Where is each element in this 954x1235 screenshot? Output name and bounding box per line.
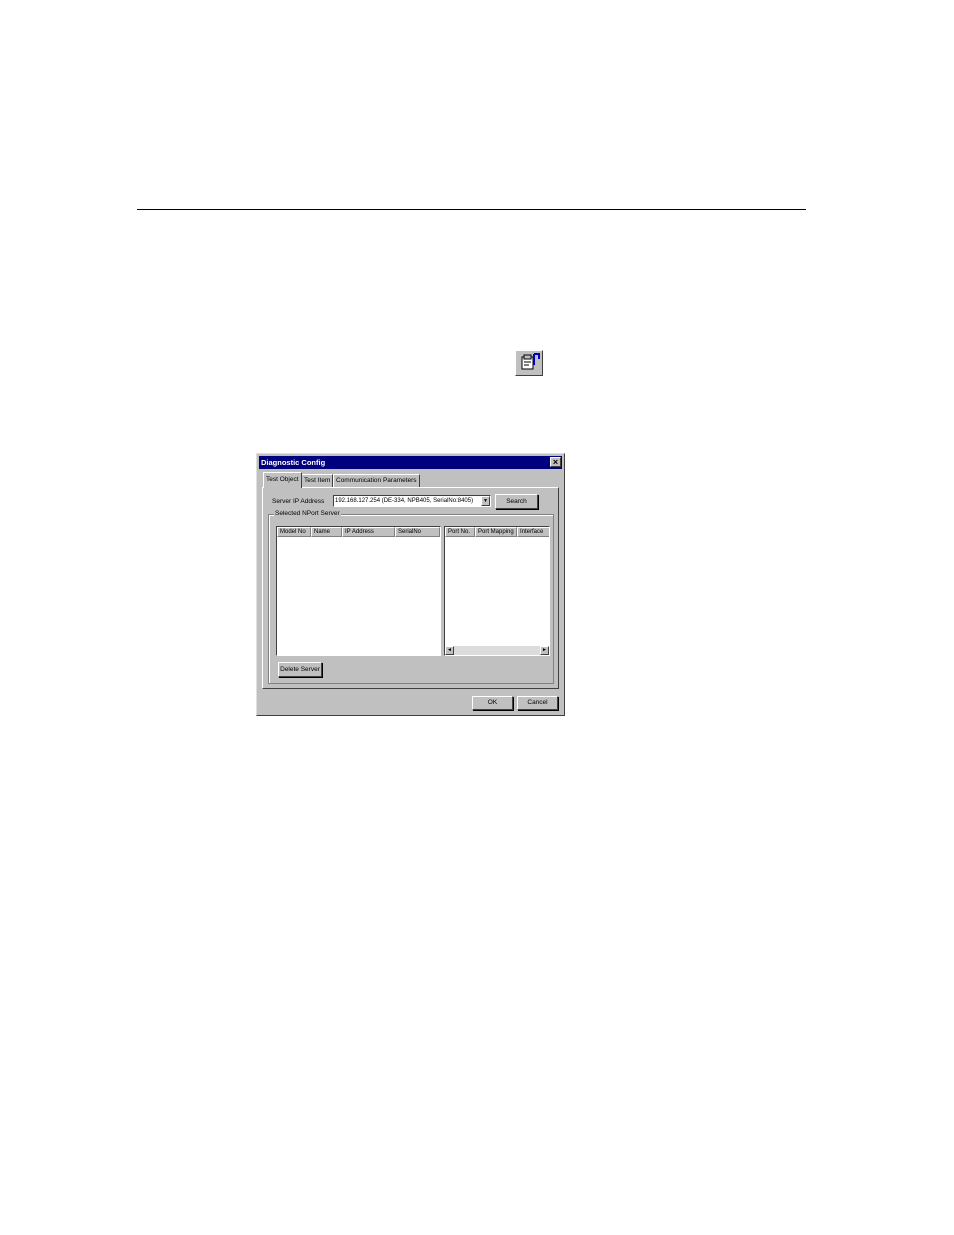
scroll-right-icon[interactable]: ► [540, 646, 549, 655]
server-list-header: Model No Name IP Address SerialNo [277, 527, 440, 537]
group-label: Selected NPort Server [274, 510, 341, 517]
search-button[interactable]: Search [495, 494, 538, 509]
diagnostic-config-dialog: Diagnostic Config × Test Object Test Ite… [256, 453, 565, 716]
server-ip-label: Server IP Address [272, 498, 325, 505]
tab-test-item[interactable]: Test Item [301, 474, 334, 487]
port-list-horizontal-scrollbar[interactable]: ◄ ► [445, 646, 549, 655]
test-object-panel: Server IP Address 192.168.127.254 (DE-33… [262, 487, 559, 689]
dialog-title: Diagnostic Config [261, 458, 326, 467]
server-list[interactable]: Model No Name IP Address SerialNo [276, 526, 441, 656]
port-list[interactable]: Port No. Port Mapping Interface ◄ ► [444, 526, 550, 656]
diagnostic-config-toolbar-icon[interactable] [515, 350, 543, 376]
dialog-titlebar: Diagnostic Config × [259, 456, 562, 469]
column-name[interactable]: Name [311, 527, 342, 537]
column-serial-no[interactable]: SerialNo [395, 527, 440, 537]
column-port-no[interactable]: Port No. [445, 527, 475, 537]
chevron-down-icon[interactable]: ▼ [481, 496, 490, 506]
ok-button[interactable]: OK [472, 696, 513, 710]
close-icon[interactable]: × [550, 457, 561, 467]
column-port-mapping[interactable]: Port Mapping [475, 527, 517, 537]
tab-communication-parameters[interactable]: Communication Parameters [333, 474, 420, 487]
cancel-button[interactable]: Cancel [517, 696, 558, 710]
server-ip-value: 192.168.127.254 (DE-334, NPB405, SerialN… [335, 498, 474, 504]
server-ip-select[interactable]: 192.168.127.254 (DE-334, NPB405, SerialN… [333, 495, 491, 507]
column-interface[interactable]: Interface [517, 527, 549, 537]
scroll-left-icon[interactable]: ◄ [445, 646, 454, 655]
selected-nport-server-group: Selected NPort Server Model No Name IP A… [268, 510, 554, 684]
delete-server-button[interactable]: Delete Server [278, 662, 322, 677]
page-divider-rule [137, 209, 806, 210]
column-model-no[interactable]: Model No [277, 527, 311, 537]
tab-test-object[interactable]: Test Object [263, 472, 302, 488]
column-ip-address[interactable]: IP Address [342, 527, 395, 537]
port-list-header: Port No. Port Mapping Interface [445, 527, 549, 537]
